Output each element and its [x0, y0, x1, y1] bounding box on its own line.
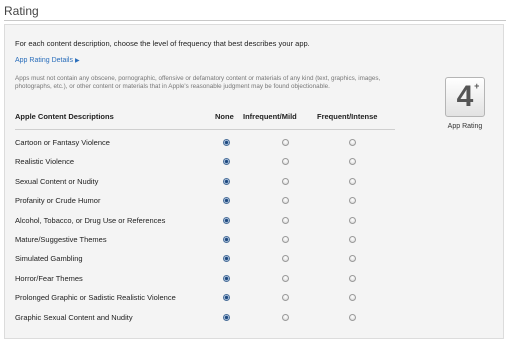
row-label: Cartoon or Fantasy Violence	[15, 138, 110, 147]
row-label: Profanity or Crude Humor	[15, 196, 101, 206]
radio-none[interactable]	[223, 139, 230, 146]
disclaimer-text: Apps must not contain any obscene, porno…	[15, 75, 381, 90]
table-row: Realistic Violence	[5, 157, 405, 175]
radio-none[interactable]	[223, 274, 230, 282]
app-rating-details-link[interactable]: App Rating Details ▶	[15, 57, 80, 64]
row-label: Realistic Violence	[15, 157, 75, 167]
radio-mild[interactable]	[282, 294, 289, 302]
radio-none[interactable]	[223, 216, 230, 224]
table-row: Prolonged Graphic or Sadistic Realistic …	[5, 293, 405, 311]
details-link-label: App Rating Details	[15, 57, 73, 64]
radio-mild[interactable]	[282, 197, 289, 205]
header-infrequent-mild: Infrequent/Mild	[243, 112, 297, 121]
section-title: Rating	[4, 4, 39, 18]
rating-plus: +	[474, 81, 480, 91]
header-descriptions: Apple Content Descriptions	[15, 112, 114, 121]
rating-value: 4	[456, 80, 474, 113]
radio-none[interactable]	[223, 197, 230, 205]
radio-mild[interactable]	[282, 255, 289, 263]
radio-intense[interactable]	[349, 158, 356, 166]
header-frequent-intense: Frequent/Intense	[317, 112, 378, 121]
row-label: Prolonged Graphic or Sadistic Realistic …	[15, 293, 176, 303]
table-row: Profanity or Crude Humor	[5, 196, 405, 214]
row-label: Simulated Gambling	[15, 254, 83, 264]
radio-intense[interactable]	[349, 139, 356, 146]
rating-caption: App Rating	[447, 123, 483, 130]
table-row: Mature/Suggestive Themes	[5, 235, 405, 253]
table-row: Sexual Content or Nudity	[5, 177, 405, 195]
radio-none[interactable]	[223, 177, 230, 185]
radio-intense[interactable]	[349, 255, 356, 263]
header-none: None	[215, 112, 234, 121]
header-divider	[15, 129, 395, 130]
row-label: Sexual Content or Nudity	[15, 176, 99, 186]
radio-mild[interactable]	[282, 139, 289, 146]
radio-intense[interactable]	[349, 236, 356, 243]
rating-panel: For each content description, choose the…	[4, 24, 504, 339]
radio-mild[interactable]	[282, 177, 289, 185]
radio-none[interactable]	[223, 236, 230, 243]
radio-none[interactable]	[223, 313, 230, 321]
radio-mild[interactable]	[282, 236, 289, 243]
row-label: Mature/Suggestive Themes	[15, 235, 107, 244]
radio-mild[interactable]	[282, 216, 289, 224]
radio-intense[interactable]	[349, 197, 356, 205]
row-label: Horror/Fear Themes	[15, 273, 83, 283]
radio-intense[interactable]	[349, 313, 356, 321]
table-row: Cartoon or Fantasy Violence	[5, 138, 405, 156]
table-row: Alcohol, Tobacco, or Drug Use or Referen…	[5, 216, 405, 234]
radio-intense[interactable]	[349, 177, 356, 185]
radio-intense[interactable]	[349, 294, 356, 302]
radio-intense[interactable]	[349, 274, 356, 282]
title-divider	[4, 20, 506, 21]
radio-mild[interactable]	[282, 274, 289, 282]
row-label: Graphic Sexual Content and Nudity	[15, 312, 133, 322]
row-label: Alcohol, Tobacco, or Drug Use or Referen…	[15, 215, 166, 225]
triangle-right-icon: ▶	[74, 58, 80, 64]
radio-none[interactable]	[223, 255, 230, 263]
app-rating-badge: 4 +	[445, 77, 485, 117]
radio-mild[interactable]	[282, 313, 289, 321]
radio-mild[interactable]	[282, 158, 289, 166]
table-row: Simulated Gambling	[5, 254, 405, 272]
radio-intense[interactable]	[349, 216, 356, 224]
radio-none[interactable]	[223, 294, 230, 302]
table-row: Horror/Fear Themes	[5, 274, 405, 292]
radio-none[interactable]	[223, 158, 230, 166]
intro-text: For each content description, choose the…	[15, 39, 310, 48]
table-row: Graphic Sexual Content and Nudity	[5, 313, 405, 331]
